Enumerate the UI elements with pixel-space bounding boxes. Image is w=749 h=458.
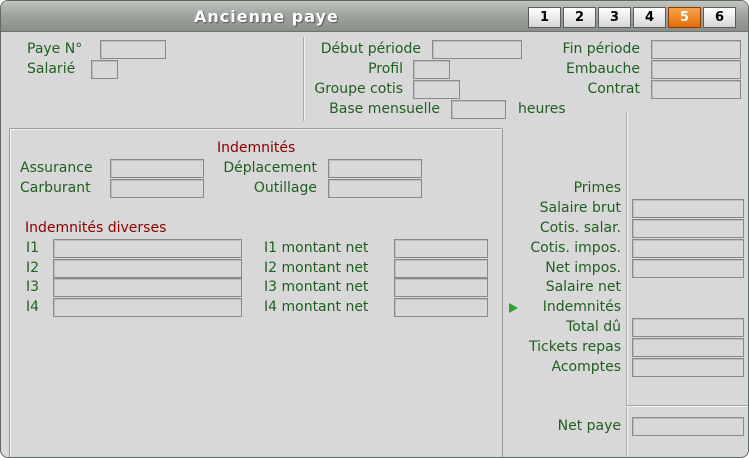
total-du-label: Total dû xyxy=(566,319,621,335)
cotis-impos-field[interactable] xyxy=(632,239,744,258)
window: Ancienne paye 1 2 3 4 5 6 Paye N° Salari… xyxy=(0,0,749,458)
fin-periode-label: Fin période xyxy=(562,41,640,57)
net-impos-field[interactable] xyxy=(632,259,744,278)
primes-label: Primes xyxy=(573,180,621,196)
acomptes-field[interactable] xyxy=(632,358,744,377)
salaire-brut-field[interactable] xyxy=(632,199,744,218)
tab-5[interactable]: 5 xyxy=(668,7,701,28)
net-paye-field[interactable] xyxy=(632,417,744,436)
contrat-label: Contrat xyxy=(587,81,640,97)
tab-2[interactable]: 2 xyxy=(563,7,596,28)
assurance-label: Assurance xyxy=(20,160,93,176)
i4-label: I4 xyxy=(26,299,40,315)
total-du-field[interactable] xyxy=(632,318,744,337)
i2-label: I2 xyxy=(26,260,40,276)
i2-montant-net-field[interactable] xyxy=(394,259,488,278)
i1-label: I1 xyxy=(26,240,40,256)
contrat-field[interactable] xyxy=(651,80,741,99)
i4-montant-net-label: I4 montant net xyxy=(264,299,369,315)
cotis-salar-field[interactable] xyxy=(632,219,744,238)
tickets-repas-field[interactable] xyxy=(632,338,744,357)
outillage-label: Outillage xyxy=(253,180,317,196)
divider-top-left xyxy=(303,37,304,121)
base-mensuelle-field[interactable] xyxy=(451,100,506,119)
net-impos-label: Net impos. xyxy=(545,260,621,276)
i3-montant-net-label: I3 montant net xyxy=(264,279,369,295)
cotis-salar-label: Cotis. salar. xyxy=(539,220,621,236)
title-bar: Ancienne paye 1 2 3 4 5 6 xyxy=(1,1,748,32)
salaire-brut-label: Salaire brut xyxy=(539,200,621,216)
profil-label: Profil xyxy=(368,61,403,77)
debut-periode-label: Début période xyxy=(320,41,421,57)
outillage-field[interactable] xyxy=(328,179,422,198)
carburant-field[interactable] xyxy=(110,179,204,198)
i3-label: I3 xyxy=(26,279,40,295)
embauche-field[interactable] xyxy=(651,60,741,79)
current-row-arrow-icon xyxy=(509,303,518,313)
indemnites-total-label: Indemnités xyxy=(542,299,621,315)
tab-6[interactable]: 6 xyxy=(703,7,736,28)
paye-no-field[interactable] xyxy=(100,40,166,59)
indemnites-diverses-title: Indemnités diverses xyxy=(25,220,167,236)
i2-montant-net-label: I2 montant net xyxy=(264,260,369,276)
deplacement-label: Déplacement xyxy=(223,160,317,176)
i4-montant-net-field[interactable] xyxy=(394,298,488,317)
fin-periode-field[interactable] xyxy=(651,40,741,59)
i3-field[interactable] xyxy=(53,278,242,297)
i3-montant-net-field[interactable] xyxy=(394,278,488,297)
debut-periode-field[interactable] xyxy=(432,40,522,59)
salarie-label: Salarié xyxy=(27,61,76,77)
divider-net-paye xyxy=(626,405,748,406)
indemnites-title: Indemnités xyxy=(217,140,296,156)
salaire-net-label: Salaire net xyxy=(545,279,621,295)
heures-label: heures xyxy=(518,101,566,117)
profil-field[interactable] xyxy=(413,60,450,79)
cotis-impos-label: Cotis. impos. xyxy=(530,240,621,256)
tab-4[interactable]: 4 xyxy=(633,7,666,28)
i2-field[interactable] xyxy=(53,259,242,278)
base-mensuelle-label: Base mensuelle xyxy=(329,101,440,117)
carburant-label: Carburant xyxy=(20,180,91,196)
assurance-field[interactable] xyxy=(110,159,204,178)
tickets-repas-label: Tickets repas xyxy=(529,339,621,355)
deplacement-field[interactable] xyxy=(328,159,422,178)
i1-montant-net-label: I1 montant net xyxy=(264,240,369,256)
acomptes-label: Acomptes xyxy=(551,359,621,375)
i4-field[interactable] xyxy=(53,298,242,317)
paye-no-label: Paye N° xyxy=(27,41,83,57)
net-paye-label: Net paye xyxy=(557,418,621,434)
window-title: Ancienne paye xyxy=(194,7,339,26)
groupe-cotis-field[interactable] xyxy=(413,80,460,99)
tab-1[interactable]: 1 xyxy=(528,7,561,28)
embauche-label: Embauche xyxy=(565,61,640,77)
i1-montant-net-field[interactable] xyxy=(394,239,488,258)
tab-3[interactable]: 3 xyxy=(598,7,631,28)
groupe-cotis-label: Groupe cotis xyxy=(314,81,403,97)
i1-field[interactable] xyxy=(53,239,242,258)
salarie-field[interactable] xyxy=(91,60,118,79)
